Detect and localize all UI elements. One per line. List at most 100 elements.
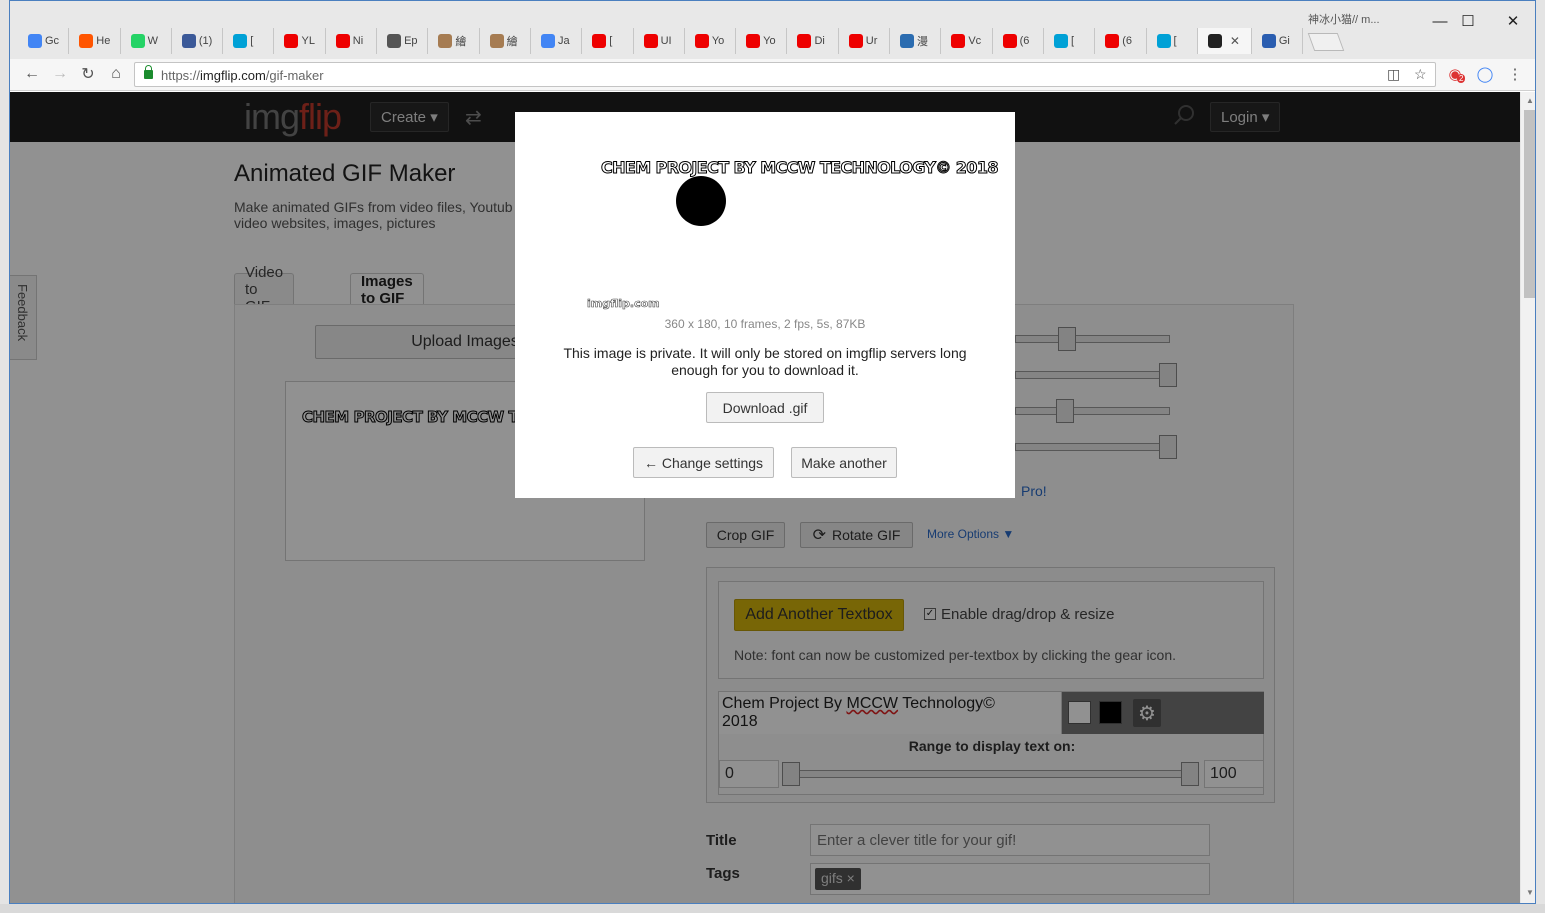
browser-tab[interactable]: (6: [993, 28, 1044, 54]
browser-tab[interactable]: 繪: [480, 28, 531, 54]
tab-label: [: [250, 35, 254, 47]
minimize-icon[interactable]: —: [1425, 9, 1455, 33]
scroll-up-icon[interactable]: ▲: [1526, 96, 1534, 105]
tab-label: YL: [301, 35, 315, 47]
home-icon[interactable]: ⌂: [106, 64, 126, 84]
youtube-icon: [1105, 34, 1120, 48]
browser-tab[interactable]: Yo: [685, 28, 737, 54]
download-gif-button[interactable]: Download .gif: [706, 392, 824, 423]
browser-window: Gc He W (1) [ YL Ni Ep 繪 繪 Ja [ UI Yo Yo Di Ur 漫 Vc (6 [ (6 [ ✕…: [9, 0, 1536, 904]
tab-label: W: [147, 35, 158, 47]
new-tab-button[interactable]: [1307, 33, 1345, 51]
browser-tab[interactable]: Ur: [839, 28, 891, 54]
scroll-thumb[interactable]: [1524, 110, 1535, 298]
tab-label: Gi: [1278, 35, 1290, 47]
private-note: This image is private. It will only be s…: [563, 345, 967, 378]
taskbar-strip: [0, 904, 1545, 913]
browser-tab[interactable]: Di: [787, 28, 839, 54]
scroll-down-icon[interactable]: ▼: [1526, 888, 1534, 897]
tab-label: (6: [1019, 35, 1030, 47]
tab-label: [: [1070, 35, 1074, 47]
gif-ball-shape: [676, 176, 726, 226]
browser-tab[interactable]: Gc: [18, 28, 70, 54]
google-icon: [540, 34, 555, 48]
bilibili-icon: [1053, 34, 1068, 48]
browser-tab[interactable]: Ni: [326, 28, 378, 54]
browser-tab[interactable]: W: [121, 28, 172, 54]
browser-tab[interactable]: Gi: [1252, 28, 1304, 54]
whatsapp-icon: [130, 34, 145, 48]
youtube-icon: [951, 34, 966, 48]
address-bar[interactable]: https://imgflip.com/gif-maker ◫ ☆: [134, 62, 1436, 87]
generated-gif: CHEM PROJECT BY MCCW TECHNOLOGY© 2018 im…: [585, 152, 999, 332]
browser-tab[interactable]: ✕: [1197, 28, 1252, 54]
tab-label: Ni: [352, 35, 364, 47]
browser-tab[interactable]: Vc: [941, 28, 993, 54]
maximize-icon[interactable]: ☐: [1453, 9, 1483, 33]
browser-toolbar: ← → ↻ ⌂ https://imgflip.com/gif-maker ◫ …: [10, 59, 1535, 91]
close-window-icon[interactable]: ✕: [1498, 9, 1528, 33]
bookmark-star-icon[interactable]: ☆: [1414, 66, 1427, 83]
tab-label: [: [1173, 35, 1177, 47]
youtube-icon: [848, 34, 863, 48]
translate-icon[interactable]: ◫: [1387, 66, 1400, 83]
desktop-left-edge: [0, 0, 9, 913]
change-settings-button[interactable]: ← Change settings: [633, 447, 774, 478]
browser-tab[interactable]: Yo: [736, 28, 788, 54]
browser-tab[interactable]: (1): [172, 28, 224, 54]
tab-label: Vc: [968, 35, 982, 47]
cartoon-icon: [438, 34, 453, 48]
imgflip-icon: [1207, 34, 1222, 48]
reload-icon[interactable]: ↻: [78, 64, 98, 84]
tab-label: Di: [814, 35, 825, 47]
chrome-extension-icon[interactable]: ◯: [1475, 64, 1495, 84]
window-title: 神冰小猫// m...: [1308, 14, 1380, 26]
browser-tab[interactable]: Ep: [377, 28, 429, 54]
forward-icon[interactable]: →: [50, 64, 70, 84]
clock-icon: [387, 34, 402, 48]
bilibili-icon: [233, 34, 248, 48]
youtube-icon: [1002, 34, 1017, 48]
youtube-icon: [284, 34, 299, 48]
tab-label: 漫: [917, 36, 929, 48]
gif-info: 360 x 180, 10 frames, 2 fps, 5s, 87KB: [664, 317, 866, 331]
youtube-icon: [592, 34, 607, 48]
gif-watermark: imgflip.com: [587, 297, 660, 311]
browser-tab[interactable]: [: [1147, 28, 1198, 54]
tab-label: (6: [1122, 35, 1133, 47]
url-text: https://imgflip.com/gif-maker: [161, 68, 324, 83]
cartoon-icon: [489, 34, 504, 48]
browser-tab[interactable]: He: [69, 28, 121, 54]
tab-label: Ep: [404, 35, 418, 47]
browser-tab[interactable]: [: [1044, 28, 1096, 54]
make-another-button[interactable]: Make another: [791, 447, 897, 478]
tab-label: (1): [198, 35, 213, 47]
menu-icon[interactable]: ⋮: [1505, 64, 1525, 84]
tab-label: Ja: [557, 35, 570, 47]
youtube-icon: [643, 34, 658, 48]
browser-tab[interactable]: [: [582, 28, 634, 54]
page-scrollbar[interactable]: ▲ ▼: [1520, 92, 1535, 903]
youtube-icon: [694, 34, 709, 48]
tab-label: Gc: [45, 35, 60, 47]
tab-label: Yo: [763, 35, 776, 47]
tab-label: Yo: [711, 35, 725, 47]
tab-label: [: [609, 35, 613, 47]
browser-tab[interactable]: (6: [1095, 28, 1147, 54]
back-icon[interactable]: ←: [22, 64, 42, 84]
browser-tab[interactable]: 繪: [428, 28, 480, 54]
browser-tab[interactable]: 漫: [890, 28, 942, 54]
youtube-icon: [746, 34, 761, 48]
bilibili-icon: [1156, 34, 1171, 48]
close-tab-icon[interactable]: ✕: [1230, 34, 1240, 48]
extension-icon[interactable]: ◉ 2: [1445, 64, 1466, 84]
browser-tab[interactable]: YL: [274, 28, 326, 54]
browser-tab[interactable]: [: [223, 28, 275, 54]
tab-label: Ur: [865, 35, 878, 47]
soundcloud-icon: [79, 34, 94, 48]
tab-list: Gc He W (1) [ YL Ni Ep 繪 繪 Ja [ UI Yo Yo Di Ur 漫 Vc (6 [ (6 [ ✕…: [18, 28, 1345, 54]
google-docs-icon: [28, 34, 42, 48]
browser-tab[interactable]: Ja: [531, 28, 583, 54]
browser-tab[interactable]: UI: [634, 28, 685, 54]
bird-icon: [900, 34, 915, 48]
